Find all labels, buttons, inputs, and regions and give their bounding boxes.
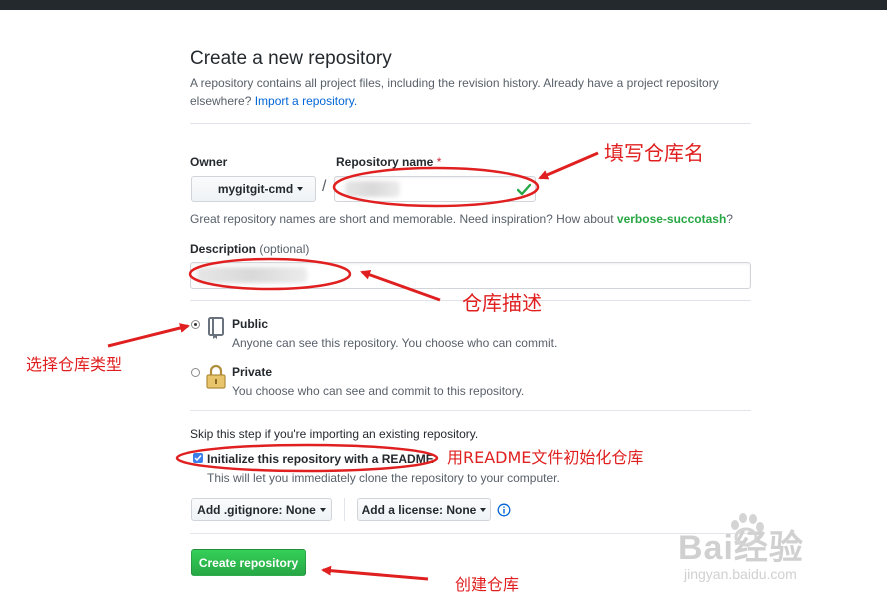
annotation-create: 创建仓库 xyxy=(455,575,520,594)
annotation-arrow-type xyxy=(107,323,190,348)
annotation-ellipse-repo-name xyxy=(332,166,540,208)
annotation-description: 仓库描述 xyxy=(462,291,542,315)
annotation-type: 选择仓库类型 xyxy=(26,355,123,374)
annotation-arrow-description xyxy=(360,269,441,302)
annotation-ellipse-description xyxy=(188,257,352,291)
watermark-url: jingyan.baidu.com xyxy=(684,566,797,582)
annotation-arrow-repo-name xyxy=(538,151,599,180)
annotation-repo-name: 填写仓库名 xyxy=(604,141,704,165)
annotation-arrow-create xyxy=(321,565,429,581)
annotation-ellipse-readme xyxy=(175,443,439,473)
annotation-readme: 用README文件初始化仓库 xyxy=(447,448,644,467)
paw-logo-icon xyxy=(731,513,764,547)
